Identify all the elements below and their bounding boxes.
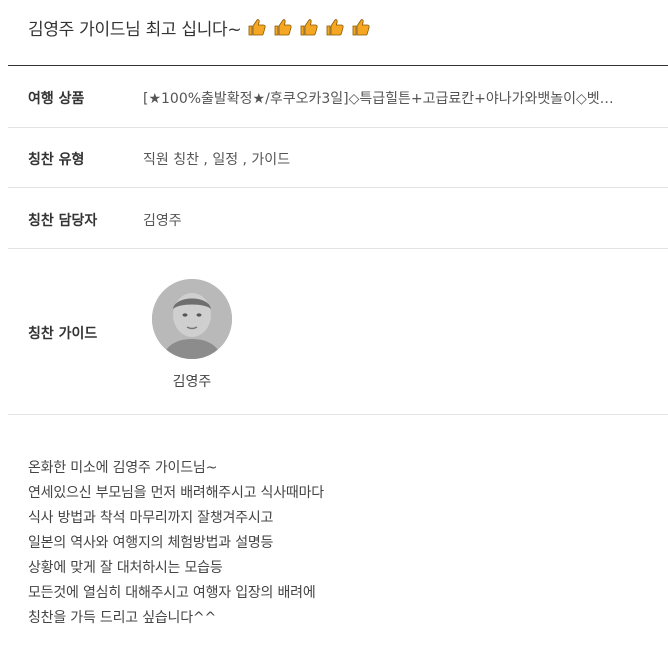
content-line: 일본의 역사와 여행지의 체험방법과 설명등 [28,535,274,551]
content-line: 온화한 미소에 김영주 가이드님~ [28,460,218,476]
guide-avatar[interactable] [152,279,232,359]
review-title-row: 김영주 가이드님 최고 십니다~ [28,12,377,42]
thumbs-up-icon [326,19,344,36]
review-content: 온화한 미소에 김영주 가이드님~ 연세있으신 부모님을 먼저 배려해주시고 식… [28,456,648,631]
detail-row-guide: 칭찬 가이드 김영주 [8,249,668,415]
detail-row-product: 여행 상품 [★100%출발확정★/후쿠오카3일]◇특급힐튼+고급료칸+야나가와… [8,66,668,128]
product-label: 여행 상품 [28,91,85,107]
detail-row-type: 칭찬 유형 직원 칭찬 , 일정 , 가이드 [8,128,668,188]
thumbs-up-icon [274,19,292,36]
content-line: 칭찬을 가득 드리고 싶습니다^^ [28,610,216,626]
thumbs-up-icon [300,19,318,36]
content-line: 상황에 맞게 잘 대처하시는 모습등 [28,560,223,576]
guide-card[interactable]: 김영주 [152,279,232,391]
thumbs-group [247,17,377,37]
praise-manager-value: 김영주 [143,213,182,229]
content-line: 모든것에 열심히 대해주시고 여행자 입장의 배려에 [28,585,316,601]
thumbs-up-icon [352,19,370,36]
guide-name: 김영주 [172,374,212,390]
praise-manager-label: 칭찬 담당자 [28,213,98,229]
product-link[interactable]: [★100%출발확정★/후쿠오카3일]◇특급힐튼+고급료칸+야나가와뱃놀이◇벳… [143,88,648,108]
content-line: 연세있으신 부모님을 먼저 배려해주시고 식사때마다 [28,485,324,501]
praise-type-value: 직원 칭찬 , 일정 , 가이드 [143,152,291,168]
content-line: 식사 방법과 착석 마무리까지 잘챙겨주시고 [28,510,274,526]
review-title: 김영주 가이드님 최고 십니다~ [28,19,242,40]
detail-row-manager: 칭찬 담당자 김영주 [8,188,668,249]
praise-guide-label: 칭찬 가이드 [28,326,98,342]
praise-type-label: 칭찬 유형 [28,152,85,168]
thumbs-up-icon [248,19,266,36]
